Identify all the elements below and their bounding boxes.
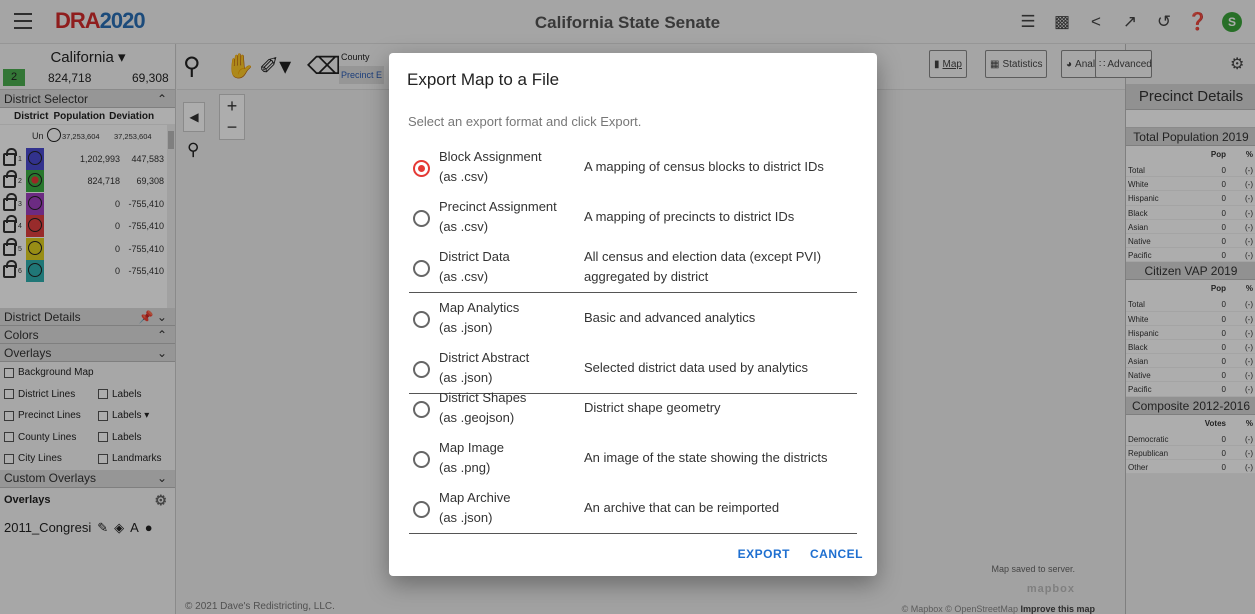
export-option-name: District Abstract (as .json) <box>439 350 530 385</box>
export-option-radio[interactable] <box>413 401 430 418</box>
export-option-name: Map Analytics (as .json) <box>439 300 520 335</box>
cancel-button[interactable]: CANCEL <box>810 547 863 561</box>
dialog-title: Export Map to a File <box>407 70 560 89</box>
export-option[interactable]: Precinct Assignment (as .csv) A mapping of… <box>409 193 857 243</box>
export-option-description: A mapping of census blocks to district I… <box>584 159 824 174</box>
export-option-name: Block Assignment (as .csv) <box>439 149 542 184</box>
export-option-description: All census and election data (except PVI… <box>584 249 822 284</box>
export-option-description: An archive that can be reimported <box>584 500 780 515</box>
export-option-radio[interactable] <box>413 361 430 378</box>
export-option-radio[interactable] <box>413 451 430 468</box>
export-option-description: An image of the state showing the distri… <box>584 450 828 465</box>
export-option[interactable]: Map Image (as .png) An image of the state … <box>409 434 857 484</box>
export-option-name: Precinct Assignment (as .csv) <box>439 199 557 234</box>
export-option-description: Selected district data used by analytics <box>584 360 809 375</box>
export-option-description: District shape geometry <box>584 400 721 415</box>
export-dialog: Export Map to a File Select an export fo… <box>389 53 877 576</box>
export-option[interactable]: Map Archive (as .json) An archive that can… <box>409 484 857 534</box>
dialog-subtitle: Select an export format and click Export… <box>408 114 642 129</box>
export-option-radio[interactable] <box>413 501 430 518</box>
export-option-radio[interactable] <box>413 311 430 328</box>
export-option[interactable]: Block Assignment (as .csv) A mapping of ce… <box>409 143 857 193</box>
export-option-name: District Data (as .csv) <box>439 249 510 284</box>
export-option[interactable]: District Data (as .csv) All census and ele… <box>409 243 857 293</box>
export-option-description: A mapping of precincts to district IDs <box>584 209 795 224</box>
export-option-radio[interactable] <box>413 160 430 177</box>
export-option-radio[interactable] <box>413 210 430 227</box>
export-option-radio[interactable] <box>413 260 430 277</box>
export-option-name: Map Archive (as .json) <box>439 490 511 525</box>
export-option-description: Basic and advanced analytics <box>584 310 756 325</box>
export-option[interactable]: District Shapes (as .geojson) District sha… <box>409 384 857 434</box>
export-option-name: Map Image (as .png) <box>439 440 505 475</box>
export-button[interactable]: EXPORT <box>738 547 790 561</box>
export-option-name: District Shapes (as .geojson) <box>439 390 527 425</box>
export-option[interactable]: Map Analytics (as .json) Basic and advance… <box>409 294 857 344</box>
